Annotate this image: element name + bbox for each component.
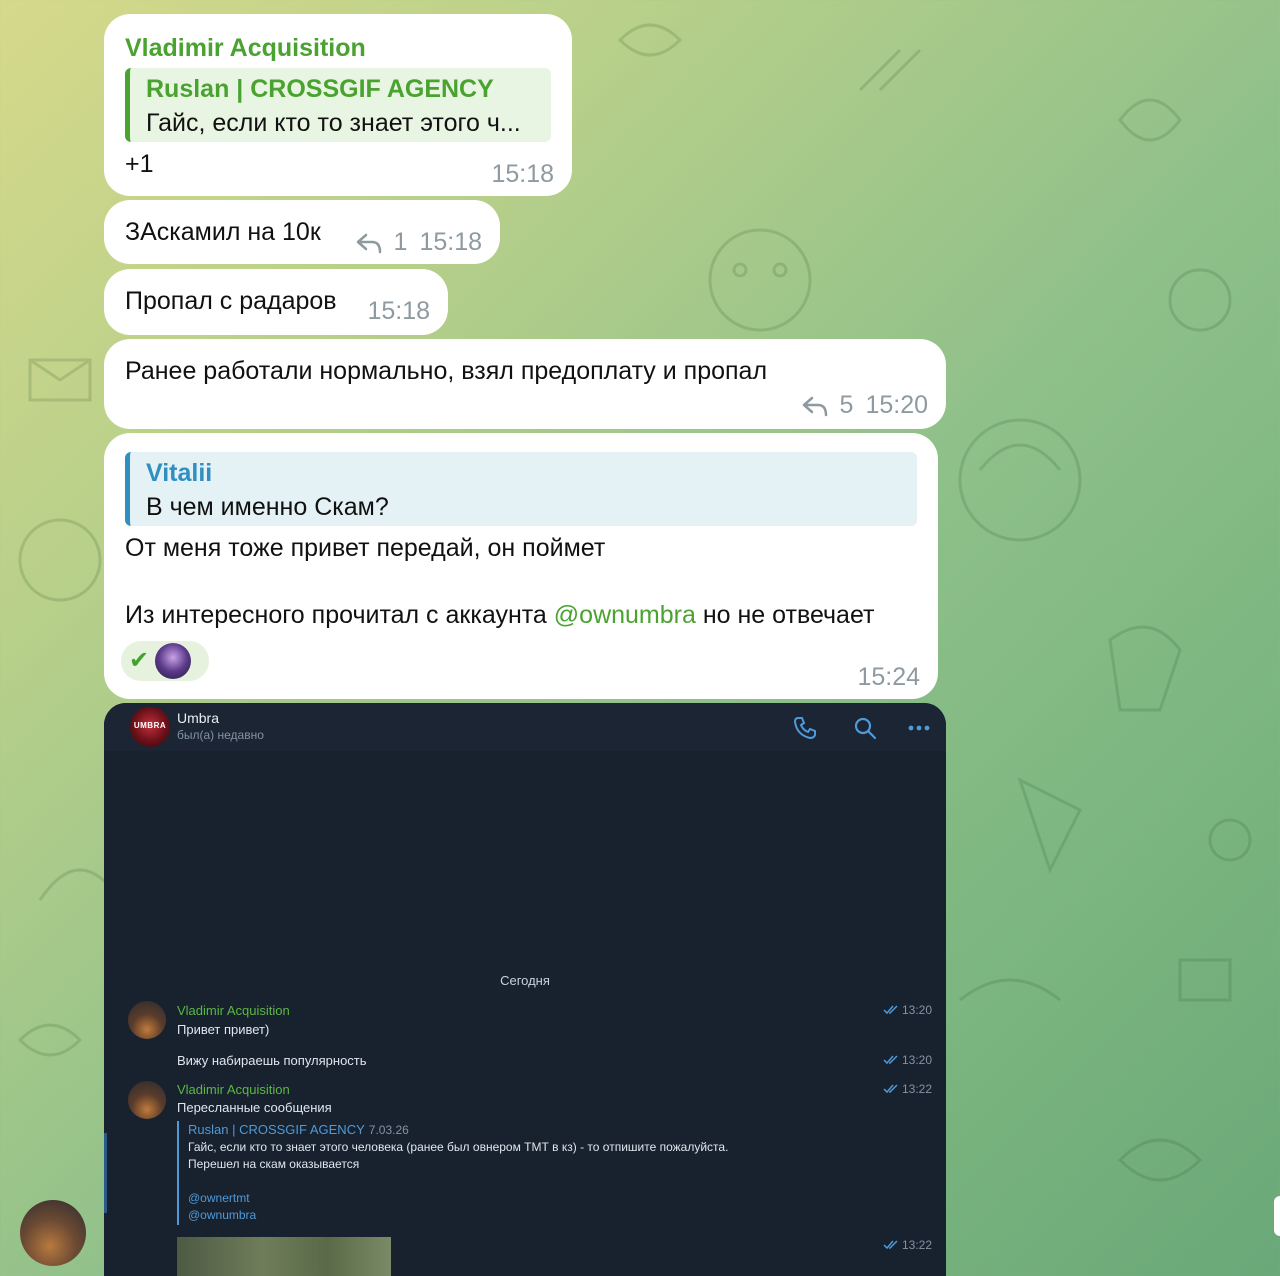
mention-link[interactable]: @ownumbra — [554, 601, 696, 629]
time-value: 13:22 — [901, 1238, 932, 1252]
message-time: 15:18 — [491, 160, 554, 188]
message-text: ЗАскамил на 10к — [125, 218, 321, 246]
message-bubble-5[interactable]: Vitalii В чем именно Скам? От меня тоже … — [104, 433, 938, 699]
reply-arrow-icon[interactable] — [802, 395, 828, 417]
message-bubble-2[interactable]: ЗАскамил на 10к 1 15:18 — [104, 200, 500, 264]
screenshot-time: 13:20 — [883, 1003, 932, 1017]
check-reaction-icon: ✔ — [129, 646, 150, 674]
screenshot-image[interactable]: UMBRA Umbra был(а) недавно Сегодня Vladi… — [104, 703, 946, 1276]
time-value: 13:22 — [901, 1082, 932, 1096]
screenshot-time: 13:20 — [883, 1053, 932, 1067]
sender-avatar — [128, 1081, 166, 1119]
screenshot-time: 13:22 — [883, 1238, 932, 1252]
double-check-icon — [883, 1055, 898, 1065]
message-bubble-1[interactable]: Vladimir Acquisition Ruslan | CROSSGIF A… — [104, 14, 572, 196]
sender-avatar — [128, 1001, 166, 1039]
screenshot-text: Привет привет) — [177, 1022, 270, 1037]
time-value: 13:20 — [901, 1053, 932, 1067]
date-separator: Сегодня — [500, 973, 550, 988]
selection-indicator — [104, 1133, 107, 1213]
message-time: 15:24 — [857, 663, 920, 691]
more-icon — [908, 725, 930, 731]
contact-status: был(а) недавно — [177, 728, 264, 742]
text-prefix: Из интересного прочитал с аккаунта — [125, 601, 554, 629]
message-meta: 1 15:18 — [356, 226, 482, 260]
screenshot-time: 13:22 — [883, 1082, 932, 1096]
forwarded-line2: Перешел на скам оказывается — [188, 1157, 360, 1171]
message-time: 15:18 — [419, 228, 482, 256]
screenshot-chat-header: UMBRA Umbra был(а) недавно — [104, 703, 946, 751]
double-check-icon — [883, 1240, 898, 1250]
message-sender[interactable]: Vladimir Acquisition — [125, 32, 366, 66]
photo-thumbnail — [177, 1237, 391, 1276]
quote-author: Vitalii — [146, 459, 213, 487]
reply-count[interactable]: 5 — [840, 389, 854, 423]
reply-count[interactable]: 1 — [394, 226, 408, 260]
reply-quote[interactable]: Vitalii В чем именно Скам? — [125, 452, 917, 526]
message-text: Ранее работали нормально, взял предоплат… — [125, 357, 768, 385]
message-text-line2: Из интересного прочитал с аккаунта @ownu… — [125, 599, 874, 633]
screenshot-sender: Vladimir Acquisition — [177, 1082, 290, 1097]
double-check-icon — [883, 1005, 898, 1015]
message-text: Пропал с радаров — [125, 287, 337, 315]
avatar-logo-text: UMBRA — [133, 721, 167, 730]
scroll-edge — [1274, 1196, 1280, 1236]
message-bubble-4[interactable]: Ранее работали нормально, взял предоплат… — [104, 339, 946, 429]
forwarded-date: 7.03.26 — [368, 1123, 409, 1137]
screenshot-text: Вижу набираешь популярность — [177, 1053, 367, 1068]
reply-quote[interactable]: Ruslan | CROSSGIF AGENCY Гайс, если кто … — [125, 68, 551, 142]
forwarded-link1: @ownertmt — [188, 1191, 250, 1205]
time-value: 13:20 — [901, 1003, 932, 1017]
text-suffix: но не отвечает — [695, 601, 875, 629]
message-time: 15:18 — [367, 297, 430, 325]
sender-avatar[interactable] — [20, 1200, 86, 1266]
reactor-avatar — [155, 643, 192, 679]
message-bubble-3[interactable]: Пропал с радаров 15:18 — [104, 269, 448, 335]
double-check-icon — [883, 1084, 898, 1094]
search-icon — [854, 717, 877, 740]
message-meta: 5 15:20 — [802, 389, 928, 423]
forwarded-line1: Гайс, если кто то знает этого человека (… — [188, 1140, 729, 1154]
reaction-chip[interactable]: ✔ — [121, 641, 209, 681]
contact-name: Umbra — [177, 710, 220, 726]
message-text-line1: От меня тоже привет передай, он поймет — [125, 534, 606, 562]
screenshot-sender: Vladimir Acquisition — [177, 1003, 290, 1018]
quote-text: В чем именно Скам? — [146, 493, 389, 521]
screenshot-text: Пересланные сообщения — [177, 1100, 332, 1115]
reply-arrow-icon[interactable] — [356, 232, 382, 254]
message-text: +1 — [125, 150, 154, 178]
contact-avatar: UMBRA — [130, 707, 170, 747]
phone-icon — [793, 717, 816, 740]
forwarded-blank — [188, 1173, 857, 1190]
quote-text: Гайс, если кто то знает этого ч... — [146, 109, 521, 137]
quote-author: Ruslan | CROSSGIF AGENCY — [146, 75, 494, 103]
message-time: 15:20 — [865, 391, 928, 419]
forwarded-author: Ruslan | CROSSGIF AGENCY — [188, 1122, 365, 1137]
forwarded-message: Ruslan | CROSSGIF AGENCY 7.03.26 Гайс, ес… — [177, 1121, 857, 1225]
forwarded-link2: @ownumbra — [188, 1208, 257, 1222]
